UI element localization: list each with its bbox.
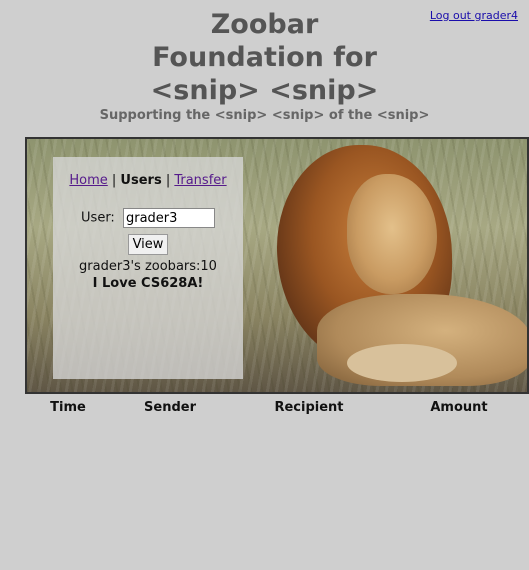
table-header-row: Time Sender Recipient Amount	[25, 400, 529, 415]
title-line: Zoobar	[210, 9, 319, 40]
profile-text: I Love CS628A!	[92, 276, 204, 291]
column-header-time: Time	[50, 400, 86, 415]
lion-banner: Home | Users | Transfer User: View grade…	[25, 137, 529, 394]
column-header-amount: Amount	[430, 400, 488, 415]
lion-face	[347, 174, 437, 294]
page-subtitle: Supporting the <snip> <snip> of the <sni…	[99, 108, 430, 123]
title-line: Foundation for	[152, 42, 377, 73]
user-label: User:	[81, 210, 115, 226]
content-panel: Home | Users | Transfer User: View grade…	[53, 157, 243, 379]
nav-separator: |	[161, 173, 175, 188]
transfer-history-table: Time Sender Recipient Amount	[25, 400, 529, 415]
user-lookup-form: User:	[53, 208, 243, 228]
user-input[interactable]	[122, 208, 215, 228]
column-header-sender: Sender	[144, 400, 196, 415]
nav-users-current: Users	[120, 173, 162, 188]
nav-home-link[interactable]: Home	[69, 173, 107, 188]
navigation: Home | Users | Transfer	[53, 173, 243, 188]
page-title: Zoobar Foundation for <snip> <snip>	[0, 8, 529, 107]
nav-separator: |	[107, 173, 121, 188]
nav-transfer-link[interactable]: Transfer	[174, 173, 226, 188]
title-line: <snip> <snip>	[150, 75, 379, 106]
column-header-recipient: Recipient	[274, 400, 344, 415]
lion-paw	[347, 344, 457, 382]
zoobar-balance: grader3's zoobars:10	[79, 259, 217, 274]
view-button[interactable]: View	[127, 234, 169, 255]
